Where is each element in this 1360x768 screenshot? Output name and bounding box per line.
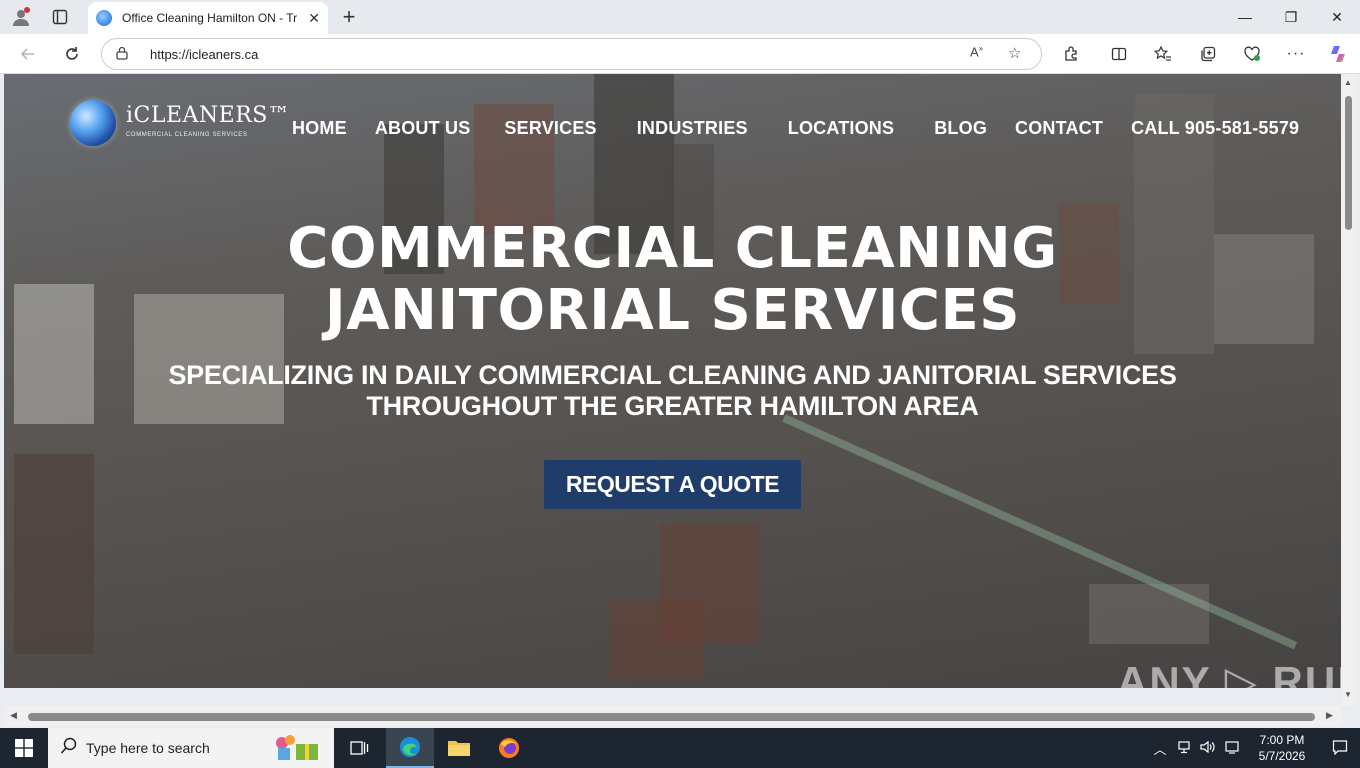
hero-subtitle: SPECIALIZING IN DAILY COMMERCIAL CLEANIN… — [4, 360, 1341, 422]
favorite-star-icon[interactable]: ☆ — [1008, 44, 1021, 62]
firefox-icon — [499, 738, 519, 758]
extensions-icon[interactable] — [1057, 41, 1085, 67]
browser-essentials-icon[interactable] — [1238, 41, 1266, 67]
edge-icon — [400, 737, 420, 757]
page-viewport: iCLEANERS™ COMMERCIAL CLEANING SERVICES … — [4, 74, 1341, 688]
scroll-down-arrow-icon[interactable]: ▼ — [1344, 690, 1352, 699]
nav-industries[interactable]: INDUSTRIES — [637, 118, 748, 139]
scroll-up-arrow-icon[interactable]: ▲ — [1344, 78, 1352, 87]
tab-actions-icon[interactable] — [47, 5, 73, 29]
horizontal-scrollbar[interactable]: ◀ ▶ — [4, 706, 1341, 726]
site-logo[interactable]: iCLEANERS™ COMMERCIAL CLEANING SERVICES — [70, 100, 290, 146]
address-bar[interactable]: https://icleaners.ca A» ☆ — [101, 38, 1042, 70]
browser-title-bar: Office Cleaning Hamilton ON - Tr ✕ + — ❐… — [0, 0, 1360, 34]
profile-icon[interactable] — [8, 5, 34, 29]
notifications-icon[interactable] — [1320, 739, 1360, 758]
browser-tab-active[interactable]: Office Cleaning Hamilton ON - Tr ✕ — [88, 2, 328, 34]
nav-call-phone[interactable]: CALL 905-581-5579 — [1131, 118, 1299, 139]
nav-home[interactable]: HOME — [292, 118, 347, 139]
nav-locations[interactable]: LOCATIONS — [788, 118, 894, 139]
read-aloud-icon[interactable]: A» — [970, 44, 983, 59]
start-button[interactable] — [0, 728, 48, 768]
taskbar-file-explorer-button[interactable] — [435, 728, 483, 768]
search-placeholder: Type here to search — [86, 740, 210, 756]
hero-subtitle-line-1: SPECIALIZING IN DAILY COMMERCIAL CLEANIN… — [168, 360, 1177, 390]
search-highlight-gift-icon — [270, 734, 322, 767]
nav-services[interactable]: SERVICES — [504, 118, 596, 139]
windows-taskbar: Type here to search ︿ 7:00 PM 5/7/2026 — [0, 728, 1360, 768]
hero-title-line-1: COMMERCIAL CLEANING — [287, 216, 1058, 281]
vertical-scroll-thumb[interactable] — [1345, 96, 1352, 230]
hero-title-line-2: JANITORIAL SERVICES — [324, 278, 1021, 343]
collections-icon[interactable] — [1194, 41, 1222, 67]
clock-time: 7:00 PM — [1259, 733, 1305, 747]
taskbar-search-box[interactable]: Type here to search — [48, 728, 334, 768]
settings-more-icon[interactable]: ··· — [1282, 41, 1310, 67]
copilot-icon[interactable] — [1324, 41, 1352, 67]
restore-button[interactable]: ❐ — [1268, 0, 1314, 34]
volume-icon[interactable] — [1196, 740, 1220, 757]
close-window-button[interactable]: ✕ — [1314, 0, 1360, 34]
taskbar-edge-button[interactable] — [386, 728, 434, 768]
logo-brand-text: iCLEANERS™ — [126, 103, 291, 128]
refresh-button[interactable] — [58, 41, 86, 67]
minimize-button[interactable]: — — [1222, 0, 1268, 34]
logo-globe-icon — [70, 100, 116, 146]
network-icon[interactable] — [1172, 740, 1196, 757]
system-tray: ︿ 7:00 PM 5/7/2026 — [1148, 728, 1360, 768]
search-icon — [60, 737, 78, 760]
hero-title: COMMERCIAL CLEANING JANITORIAL SERVICES — [4, 218, 1341, 342]
anyrun-watermark: ANY ▷ RUN — [1117, 658, 1341, 688]
folder-icon — [448, 741, 470, 756]
tab-close-icon[interactable]: ✕ — [308, 10, 320, 27]
vertical-scrollbar[interactable]: ▲ ▼ — [1341, 74, 1356, 706]
nav-about-us[interactable]: ABOUT US — [375, 118, 471, 139]
hero-subtitle-line-2: THROUGHOUT THE GREATER HAMILTON AREA — [366, 391, 979, 421]
logo-tagline: COMMERCIAL CLEANING SERVICES — [126, 132, 248, 138]
windows-logo-icon — [15, 739, 33, 757]
task-view-button[interactable] — [336, 728, 384, 768]
browser-toolbar: https://icleaners.ca A» ☆ ··· — [0, 34, 1360, 74]
taskbar-firefox-button[interactable] — [485, 728, 533, 768]
url-text[interactable]: https://icleaners.ca — [150, 47, 258, 62]
request-quote-button[interactable]: REQUEST A QUOTE — [544, 460, 801, 509]
lock-icon[interactable] — [116, 46, 136, 63]
show-hidden-icons-chevron-icon[interactable]: ︿ — [1148, 739, 1172, 758]
train-track — [782, 414, 1298, 650]
nav-blog[interactable]: BLOG — [934, 118, 987, 139]
nav-contact[interactable]: CONTACT — [1015, 118, 1103, 139]
new-tab-button[interactable]: + — [336, 4, 362, 29]
favorites-icon[interactable] — [1149, 41, 1177, 67]
split-screen-icon[interactable] — [1105, 41, 1133, 67]
city-building — [1089, 584, 1209, 644]
back-button[interactable] — [14, 41, 42, 67]
site-navigation: HOME ABOUT US SERVICES INDUSTRIES LOCATI… — [292, 118, 1299, 139]
city-building — [609, 599, 704, 679]
horizontal-scroll-thumb[interactable] — [28, 713, 1315, 721]
site-favicon-icon — [96, 10, 112, 26]
scroll-right-arrow-icon[interactable]: ▶ — [1326, 710, 1333, 721]
clock-date: 5/7/2026 — [1258, 749, 1306, 763]
taskbar-clock[interactable]: 7:00 PM 5/7/2026 — [1244, 732, 1320, 764]
city-building — [14, 454, 94, 654]
language-input-icon[interactable] — [1220, 740, 1244, 757]
tab-title: Office Cleaning Hamilton ON - Tr — [122, 11, 298, 25]
scroll-left-arrow-icon[interactable]: ◀ — [10, 710, 17, 721]
